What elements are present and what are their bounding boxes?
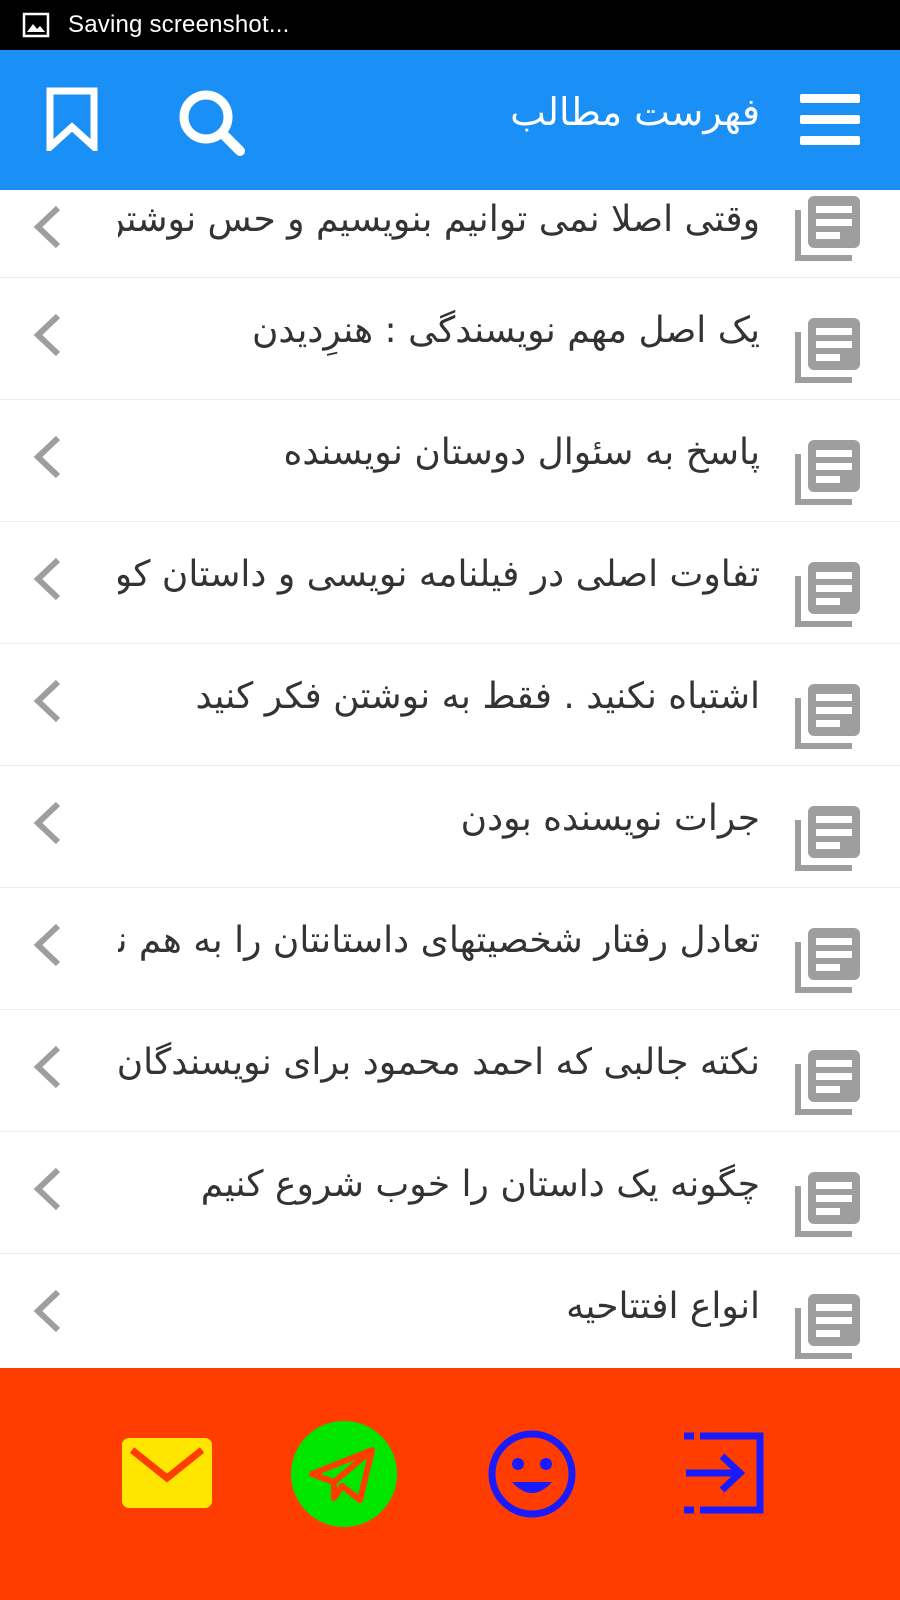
list-item-label: پاسخ به سئوال دوستان نویسنده	[283, 432, 761, 473]
app-bar: فهرست مطالب	[0, 50, 900, 190]
article-icon	[795, 1172, 860, 1237]
list-item-label: اشتباه نکنید . فقط به نوشتن فکر کنید	[195, 676, 760, 717]
list-item[interactable]: نکته جالبی که احمد محمود برای نویسندگان …	[0, 1010, 900, 1132]
smile-icon[interactable]	[488, 1430, 576, 1518]
chevron-left-icon	[33, 313, 61, 357]
list-item[interactable]: اشتباه نکنید . فقط به نوشتن فکر کنید	[0, 644, 900, 766]
chevron-left-icon	[33, 679, 61, 723]
list-item[interactable]: انواع افتتاحیه	[0, 1254, 900, 1368]
image-icon	[22, 12, 50, 38]
list-item-label: نکته جالبی که احمد محمود برای نویسندگان …	[118, 1042, 760, 1083]
article-icon	[795, 806, 860, 871]
chevron-left-icon	[33, 435, 61, 479]
list-item[interactable]: تفاوت اصلی در فیلنامه نویسی و داستان کوت…	[0, 522, 900, 644]
list-item[interactable]: پاسخ به سئوال دوستان نویسنده	[0, 400, 900, 522]
list-item[interactable]: وقتی اصلا نمی توانیم بنویسیم و حس نوشتن …	[0, 190, 900, 278]
list-item[interactable]: جرات نویسنده بودن	[0, 766, 900, 888]
article-list: وقتی اصلا نمی توانیم بنویسیم و حس نوشتن …	[0, 190, 900, 1368]
list-item[interactable]: تعادل رفتار شخصیتهای داستانتان را به هم …	[0, 888, 900, 1010]
article-icon	[795, 1294, 860, 1359]
article-icon	[795, 318, 860, 383]
article-icon	[795, 928, 860, 993]
list-item-label: یک اصل مهم نویسندگی : هنرِدیدن	[251, 310, 760, 351]
chevron-left-icon	[33, 1289, 61, 1333]
list-item-label: چگونه یک داستان را خوب شروع کنیم	[200, 1164, 760, 1205]
search-icon[interactable]	[176, 87, 248, 159]
list-item[interactable]: یک اصل مهم نویسندگی : هنرِدیدن	[0, 278, 900, 400]
bookmark-icon[interactable]	[44, 87, 100, 151]
chevron-left-icon	[33, 205, 61, 249]
bottom-bar	[0, 1368, 900, 1600]
list-item-label: تعادل رفتار شخصیتهای داستانتان را به هم …	[118, 920, 760, 961]
article-icon	[795, 440, 860, 505]
list-item-label: وقتی اصلا نمی توانیم بنویسیم و حس نوشتن …	[118, 199, 760, 240]
status-bar: Saving screenshot...	[0, 0, 900, 50]
mail-icon[interactable]	[122, 1438, 212, 1512]
list-item[interactable]: چگونه یک داستان را خوب شروع کنیم	[0, 1132, 900, 1254]
list-item-label: تفاوت اصلی در فیلنامه نویسی و داستان کوت…	[118, 554, 760, 595]
chevron-left-icon	[33, 1167, 61, 1211]
login-icon[interactable]	[680, 1432, 764, 1514]
article-icon	[795, 562, 860, 627]
telegram-icon[interactable]	[290, 1420, 398, 1528]
chevron-left-icon	[33, 923, 61, 967]
menu-icon[interactable]	[800, 94, 860, 146]
list-item-label: جرات نویسنده بودن	[460, 798, 760, 839]
list-item-label: انواع افتتاحیه	[566, 1286, 760, 1327]
chevron-left-icon	[33, 557, 61, 601]
chevron-left-icon	[33, 801, 61, 845]
article-icon	[795, 684, 860, 749]
chevron-left-icon	[33, 1045, 61, 1089]
status-text: Saving screenshot...	[68, 11, 290, 38]
article-icon	[795, 196, 860, 261]
article-icon	[795, 1050, 860, 1115]
page-title: فهرست مطالب	[510, 90, 760, 134]
